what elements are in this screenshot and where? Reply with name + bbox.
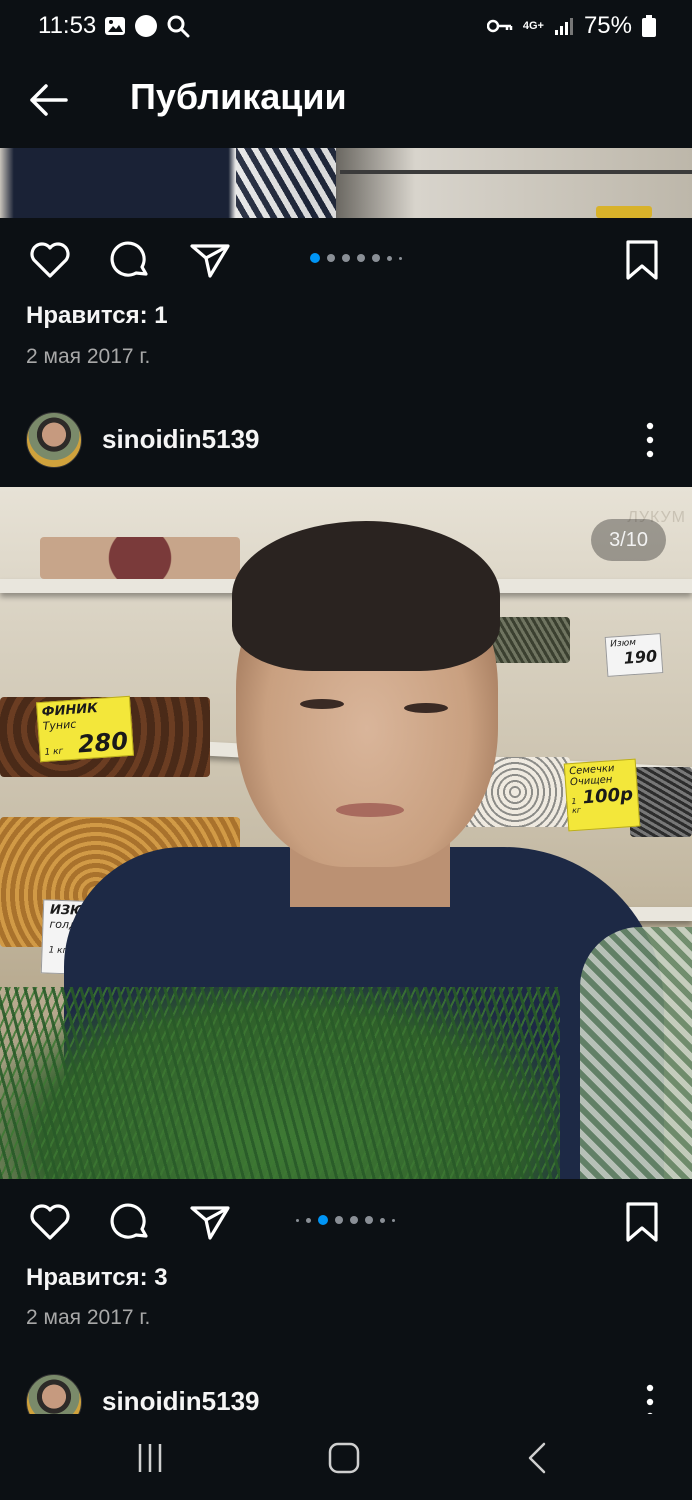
- carousel-dot: [365, 1216, 373, 1224]
- post-date: 2 мая 2017 г.: [26, 1306, 151, 1329]
- post-header-2: sinoidin5139: [0, 400, 692, 480]
- username[interactable]: sinoidin5139: [102, 424, 260, 455]
- price-tag-price: 190: [623, 646, 658, 668]
- post-photo-1[interactable]: [0, 148, 692, 218]
- comment-icon[interactable]: [108, 238, 152, 282]
- person-eye: [300, 699, 344, 709]
- battery-icon: [642, 15, 656, 37]
- carousel-counter: 3/10: [591, 519, 666, 561]
- dill-bunch: [0, 987, 560, 1179]
- comment-icon[interactable]: [108, 1200, 152, 1244]
- carousel-dot-active: [310, 253, 320, 263]
- share-icon[interactable]: [188, 1200, 232, 1244]
- page-title: Публикации: [130, 76, 347, 117]
- price-tag: ФИНИК Тунис 1 кг 280: [36, 695, 134, 763]
- carousel-dot: [392, 1218, 395, 1222]
- carousel-dot: [372, 254, 380, 262]
- share-icon[interactable]: [188, 238, 232, 282]
- battery-percent: 75%: [583, 12, 632, 39]
- more-options-icon[interactable]: [638, 1380, 662, 1414]
- price-tag-price: 100р: [581, 783, 634, 809]
- search-notification-icon: [167, 15, 190, 38]
- carousel-dot: [357, 254, 365, 262]
- recents-icon[interactable]: [128, 1440, 172, 1476]
- back-button[interactable]: [26, 78, 74, 122]
- post-1-action-bar: [0, 218, 692, 298]
- post-2-action-bar: [0, 1180, 692, 1260]
- bookmark-icon[interactable]: [620, 1200, 664, 1244]
- avatar[interactable]: [26, 412, 82, 468]
- carousel-dot-active: [318, 1215, 328, 1225]
- person-eye: [404, 703, 448, 713]
- status-time: 11:53: [38, 12, 97, 39]
- system-nav-bar: [0, 1414, 692, 1500]
- status-bar: 11:53 4G+ 75%: [0, 0, 692, 52]
- header: Публикации: [0, 52, 692, 148]
- plastic-bag: [580, 927, 692, 1179]
- carousel-dot: [296, 1218, 299, 1222]
- likes-count[interactable]: Нравится: 1: [26, 302, 168, 330]
- carousel-dot: [399, 256, 402, 260]
- carousel-dots-1: [310, 253, 402, 263]
- arrow-left-icon: [30, 84, 68, 116]
- person-lips: [336, 803, 404, 817]
- price-tag: Семечки Очищен 1 кг 100р: [563, 758, 641, 832]
- status-left-icons: [104, 14, 190, 38]
- shirt-pattern: [236, 148, 336, 218]
- background-sign: [596, 206, 652, 218]
- carousel-dot: [342, 254, 350, 262]
- carousel-dot: [335, 1216, 343, 1224]
- carousel-dot: [327, 254, 335, 262]
- post-photo-2[interactable]: ФИНИК Тунис 1 кг 280 Семечки Очищен 1 кг…: [0, 487, 692, 1179]
- price-tag-unit: 1 кг: [44, 746, 64, 758]
- circle-notification-icon: [135, 15, 157, 37]
- person-hair: [232, 521, 500, 671]
- carousel-dot: [380, 1217, 385, 1223]
- product-bin: [40, 537, 240, 579]
- avatar[interactable]: [26, 1374, 82, 1414]
- posts-screen: 11:53 4G+ 75% Публикации Нравится: 1 2 м…: [0, 0, 692, 1500]
- likes-count[interactable]: Нравится: 3: [26, 1264, 168, 1292]
- bookmark-icon[interactable]: [620, 238, 664, 282]
- price-tag: Изюм 190: [604, 633, 664, 677]
- signal-icon: [554, 18, 573, 35]
- background-rail: [340, 170, 692, 174]
- carousel-dot: [350, 1216, 358, 1224]
- back-icon[interactable]: [516, 1440, 560, 1476]
- heart-icon[interactable]: [28, 1200, 72, 1244]
- home-icon[interactable]: [322, 1440, 366, 1476]
- network-icon: 4G+: [522, 20, 544, 32]
- post-date: 2 мая 2017 г.: [26, 345, 151, 368]
- carousel-dot: [387, 255, 392, 261]
- price-tag-price: 280: [76, 727, 129, 759]
- product-bin: [630, 767, 692, 837]
- heart-icon[interactable]: [28, 238, 72, 282]
- image-notification-icon: [105, 17, 125, 35]
- post-header-3: sinoidin5139: [0, 1362, 692, 1414]
- key-icon: [486, 19, 513, 33]
- username[interactable]: sinoidin5139: [102, 1386, 260, 1414]
- more-options-icon[interactable]: [638, 418, 662, 462]
- carousel-dot: [306, 1217, 311, 1223]
- status-right: 4G+ 75%: [486, 12, 656, 40]
- carousel-dots-2: [296, 1215, 395, 1225]
